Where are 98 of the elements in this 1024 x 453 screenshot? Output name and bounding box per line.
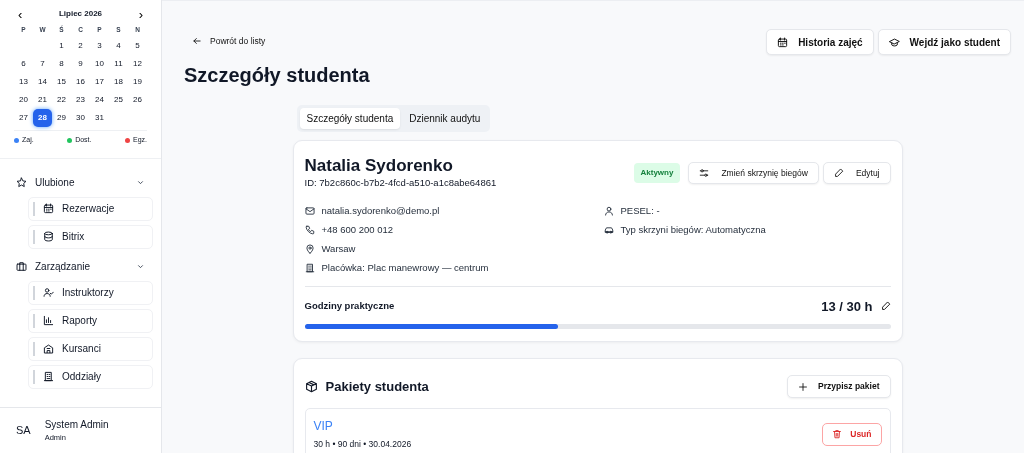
calendar-day[interactable]: 29 <box>52 109 71 127</box>
next-month-button[interactable]: › <box>138 7 143 21</box>
section-title: Pakiety studenta <box>325 377 429 396</box>
calendar-day[interactable]: 8 <box>52 55 71 73</box>
back-link[interactable]: Powrót do listy <box>192 35 266 48</box>
nav-item-label: Rezerwacje <box>62 202 115 216</box>
pencil-icon <box>833 168 844 178</box>
calendar-day[interactable]: 15 <box>52 73 71 91</box>
building-icon <box>43 371 54 382</box>
detail-text: Placówka: Plac manewrowy — centrum <box>321 261 489 275</box>
calendar-day[interactable]: 28 <box>33 109 52 127</box>
calendar-day[interactable]: 10 <box>90 55 109 73</box>
nav-item[interactable]: Oddziały <box>28 364 153 389</box>
header-button[interactable]: Wejdź jako student <box>877 29 1011 55</box>
location-pin-icon <box>304 244 315 255</box>
database-icon <box>43 231 54 242</box>
calendar-day[interactable]: 12 <box>128 55 147 73</box>
nav-item-label: Kursanci <box>62 342 101 356</box>
nav-item-label: Raporty <box>62 314 97 328</box>
calendar-day[interactable]: 14 <box>33 73 52 91</box>
calendar-icon <box>777 36 789 48</box>
user-name: System Admin <box>44 418 109 430</box>
remove-button[interactable]: Usuń <box>822 422 882 446</box>
calendar-day[interactable]: 21 <box>33 91 52 109</box>
plus-icon <box>798 381 809 392</box>
calendar-day[interactable]: 19 <box>128 73 147 91</box>
calendar-day[interactable]: 11 <box>109 55 128 73</box>
detail-text: Warsaw <box>321 242 356 256</box>
tab[interactable]: Szczegóły studenta <box>299 108 401 129</box>
student-id: ID: 7b2c860c-b7b2-4fcd-a510-a1c8abe64861 <box>304 176 497 191</box>
calendar-day[interactable]: 9 <box>71 55 90 73</box>
calendar-day[interactable]: 23 <box>71 91 90 109</box>
briefcase-icon <box>16 261 27 272</box>
phone-icon <box>304 225 315 236</box>
calendar-day[interactable]: 16 <box>71 73 90 91</box>
nav-item-label: Bitrix <box>62 230 85 244</box>
star-icon <box>16 177 27 188</box>
person-icon <box>603 206 614 217</box>
calendar-day[interactable]: 20 <box>14 91 33 109</box>
assign-package-button[interactable]: Przypisz pakiet <box>787 375 891 399</box>
nav-group-toggle[interactable]: Zarządzanie <box>0 252 161 281</box>
hours-reading: 13 / 30 h <box>821 297 873 316</box>
pencil-icon <box>880 301 891 312</box>
calendar-day[interactable]: 27 <box>14 109 33 127</box>
calendar-icon <box>43 203 54 214</box>
arrow-left-icon <box>192 36 202 47</box>
package-link[interactable]: VIP <box>313 417 412 436</box>
calendar-day[interactable]: 22 <box>52 91 71 109</box>
calendar-day[interactable]: 17 <box>90 73 109 91</box>
trash-icon <box>832 429 843 439</box>
calendar-day[interactable]: 4 <box>109 37 128 55</box>
nav-item[interactable]: Raporty <box>28 308 153 333</box>
calendar-day[interactable]: 30 <box>71 109 90 127</box>
calendar-day[interactable]: 13 <box>14 73 33 91</box>
person-check-icon <box>43 287 54 298</box>
previous-month-button[interactable]: ‹ <box>18 7 23 21</box>
calendar-day[interactable]: 18 <box>109 73 128 91</box>
nav-item[interactable]: Rezerwacje <box>28 196 153 221</box>
action-button[interactable]: Zmień skrzynię biegów <box>688 162 819 184</box>
edit-hours-button[interactable] <box>880 301 891 312</box>
action-button[interactable]: Edytuj <box>822 162 891 184</box>
nav-item[interactable]: Kursanci <box>28 336 153 361</box>
sliders-icon <box>699 168 710 178</box>
nav-item[interactable]: Bitrix <box>28 224 153 249</box>
nav-item[interactable]: Instruktorzy <box>28 280 153 305</box>
detail-text: PESEL: - <box>620 204 660 218</box>
calendar-day[interactable]: 2 <box>71 37 90 55</box>
package-meta: 30 h • 90 dni • 30.04.2026 <box>313 438 412 451</box>
graduation-cap-icon <box>888 36 900 48</box>
hours-label: Godziny praktyczne <box>304 299 395 314</box>
calendar-day[interactable]: 31 <box>90 109 109 127</box>
user-initials: SA <box>16 423 31 439</box>
nav-item-label: Instruktorzy <box>62 286 114 300</box>
detail-text: Typ skrzyni biegów: Automatyczna <box>620 223 766 237</box>
calendar-day[interactable]: 26 <box>128 91 147 109</box>
envelope-icon <box>304 206 315 217</box>
tab[interactable]: Dziennik audytu <box>402 108 488 129</box>
calendar-day[interactable]: 6 <box>14 55 33 73</box>
building-icon <box>304 263 315 274</box>
header-button[interactable]: Historia zajęć <box>766 29 874 55</box>
calendar-day[interactable]: 24 <box>90 91 109 109</box>
detail-text: +48 600 200 012 <box>321 223 394 237</box>
calendar-month: Lipiec 2026 <box>58 8 103 20</box>
nav-group-toggle[interactable]: Ulubione <box>0 168 161 197</box>
page-title: Szczegóły studenta <box>184 63 371 87</box>
calendar-day[interactable]: 7 <box>33 55 52 73</box>
calendar-day[interactable]: 25 <box>109 91 128 109</box>
box-icon <box>304 380 318 394</box>
building-icon <box>43 343 54 354</box>
calendar-day[interactable]: 3 <box>90 37 109 55</box>
bar-chart-icon <box>43 315 54 326</box>
calendar-day[interactable]: 1 <box>52 37 71 55</box>
status-badge: Aktywny <box>633 163 681 183</box>
calendar-day[interactable]: 5 <box>128 37 147 55</box>
detail-text: natalia.sydorenko@demo.pl <box>321 204 440 218</box>
student-name: Natalia Sydorenko <box>304 156 454 177</box>
car-icon <box>603 225 614 236</box>
nav-item-label: Oddziały <box>62 370 101 384</box>
